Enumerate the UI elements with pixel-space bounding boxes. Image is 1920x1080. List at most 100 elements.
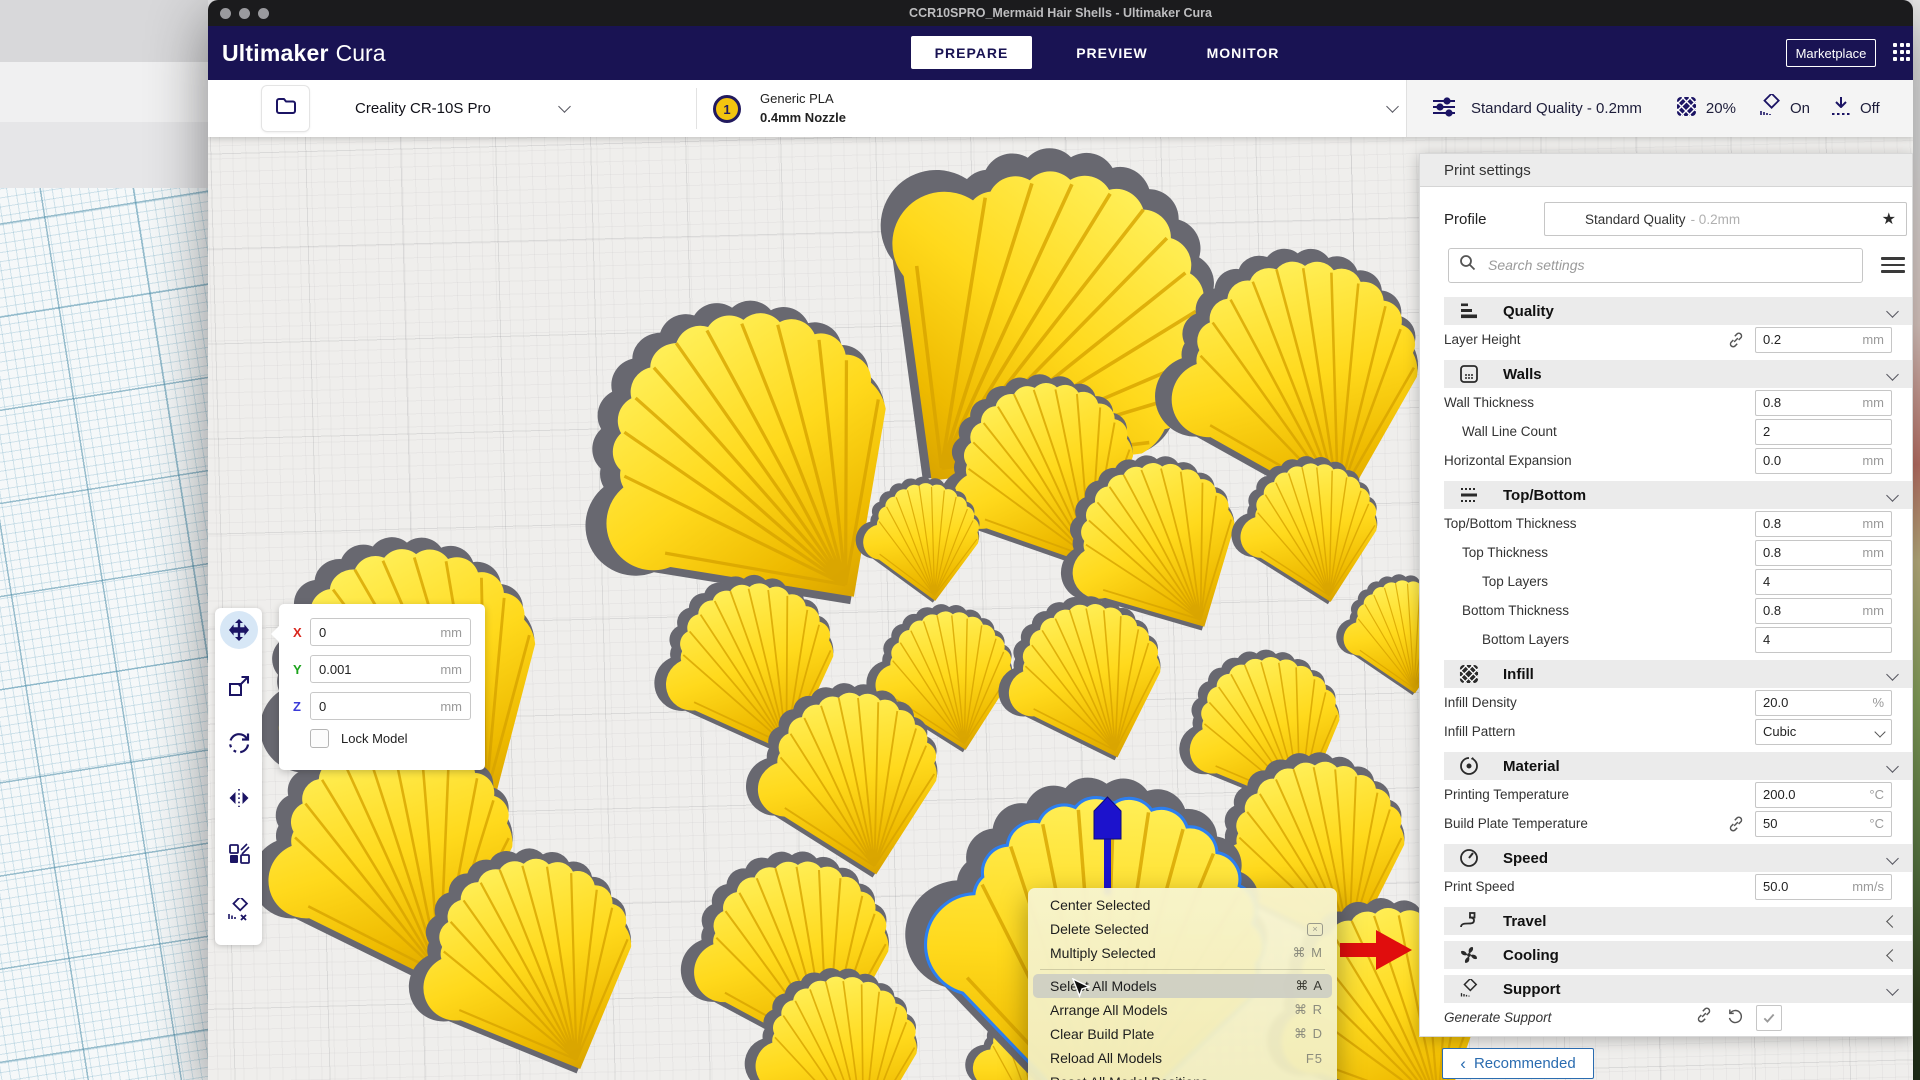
wall-line-count-input[interactable]: 2 <box>1755 419 1892 445</box>
application-menu-icon[interactable] <box>1893 43 1910 63</box>
walls-icon <box>1457 364 1481 384</box>
rotate-tool-button[interactable] <box>227 730 251 754</box>
minimize-window-icon[interactable] <box>239 8 250 19</box>
lock-model-checkbox[interactable] <box>310 729 329 748</box>
chevron-down-icon <box>1886 668 1899 681</box>
configuration-bar: Creality CR-10S Pro 1 Generic PLA 0.4mm … <box>208 80 1913 137</box>
top-bottom-thickness-input[interactable]: 0.8 mm <box>1755 511 1892 537</box>
bottom-thickness-input[interactable]: 0.8 mm <box>1755 598 1892 624</box>
x-position-input[interactable]: 0 mm <box>310 618 471 646</box>
setting-row-printing-temperature: Printing Temperature 200.0 °C <box>1420 780 1912 809</box>
chevron-down-icon <box>1886 489 1899 502</box>
z-axis-label: Z <box>293 699 310 714</box>
tab-preview[interactable]: PREVIEW <box>1062 36 1162 69</box>
printing-temperature-input[interactable]: 200.0 °C <box>1755 782 1892 808</box>
chevron-left-icon: ‹ <box>1460 1056 1466 1071</box>
top-bottom-icon <box>1457 485 1481 505</box>
setting-row-wall-line-count: Wall Line Count 2 <box>1420 417 1912 446</box>
material-name: Generic PLA <box>760 89 846 108</box>
setting-row-infill-pattern: Infill Pattern Cubic <box>1420 717 1912 746</box>
horizontal-expansion-input[interactable]: 0.0 mm <box>1755 448 1892 474</box>
print-setup-summary[interactable]: Standard Quality - 0.2mm 20% <box>1406 80 1913 137</box>
link-icon[interactable] <box>1727 331 1745 349</box>
revert-icon[interactable] <box>1727 1007 1744 1029</box>
background-window-band <box>0 0 208 62</box>
printer-name: Creality CR-10S Pro <box>355 100 491 117</box>
folder-icon <box>274 94 298 123</box>
support-blocker-button[interactable] <box>227 898 251 922</box>
setting-row-infill-density: Infill Density 20.0 % <box>1420 688 1912 717</box>
search-settings-input[interactable] <box>1486 256 1852 274</box>
link-icon[interactable] <box>1695 1006 1713 1029</box>
section-header-walls[interactable]: Walls <box>1444 360 1912 388</box>
setting-row-top-layers: Top Layers 4 <box>1420 567 1912 596</box>
close-window-icon[interactable] <box>220 8 231 19</box>
tab-monitor[interactable]: MONITOR <box>1193 36 1293 69</box>
x-axis-label: X <box>293 625 310 640</box>
printer-selector[interactable]: Creality CR-10S Pro <box>323 80 696 137</box>
z-position-row: Z 0 mm <box>293 692 471 720</box>
top-thickness-input[interactable]: 0.8 mm <box>1755 540 1892 566</box>
y-position-row: Y 0.001 mm <box>293 655 471 683</box>
section-header-top-bottom[interactable]: Top/Bottom <box>1444 481 1912 509</box>
mirror-tool-button[interactable] <box>227 786 251 810</box>
recommended-mode-button[interactable]: ‹ Recommended <box>1442 1048 1594 1079</box>
mouse-cursor <box>1071 978 1090 1007</box>
infill-pattern-dropdown[interactable]: Cubic <box>1755 719 1892 745</box>
app-logo: Ultimaker Cura <box>222 26 386 80</box>
y-position-input[interactable]: 0.001 mm <box>310 655 471 683</box>
layer-height-input[interactable]: 0.2 mm <box>1755 327 1892 353</box>
settings-visibility-menu-icon[interactable] <box>1881 257 1905 273</box>
nozzle-size: 0.4mm Nozzle <box>760 108 846 127</box>
zoom-window-icon[interactable] <box>258 8 269 19</box>
link-icon[interactable] <box>1727 815 1745 833</box>
chevron-down-icon <box>1886 305 1899 318</box>
y-axis-label: Y <box>293 662 310 677</box>
summary-infill: 20% <box>1676 96 1736 122</box>
setting-row-build-plate-temperature: Build Plate Temperature 50 °C <box>1420 809 1912 838</box>
move-tool-button[interactable] <box>227 618 251 642</box>
background-window-band <box>0 62 208 122</box>
z-position-input[interactable]: 0 mm <box>310 692 471 720</box>
setting-row-layer-height: Layer Height 0.2 mm <box>1420 325 1912 354</box>
screen: CCR10SPRO_Mermaid Hair Shells - Ultimake… <box>0 0 1920 1080</box>
scale-tool-button[interactable] <box>227 674 251 698</box>
wall-thickness-input[interactable]: 0.8 mm <box>1755 390 1892 416</box>
build-plate-temperature-input[interactable]: 50 °C <box>1755 811 1892 837</box>
support-blocker-icon <box>227 898 251 922</box>
menu-item-multiply-selected[interactable]: Multiply Selected ⌘ M <box>1028 941 1337 965</box>
marketplace-button[interactable]: Marketplace <box>1786 39 1876 67</box>
setting-row-wall-thickness: Wall Thickness 0.8 mm <box>1420 388 1912 417</box>
section-header-cooling[interactable]: Cooling <box>1444 941 1912 969</box>
section-header-travel[interactable]: Travel <box>1444 907 1912 935</box>
section-header-quality[interactable]: Quality <box>1444 297 1912 325</box>
setting-row-top-bottom-thickness: Top/Bottom Thickness 0.8 mm <box>1420 509 1912 538</box>
section-header-support[interactable]: Support <box>1444 975 1912 1003</box>
top-layers-input[interactable]: 4 <box>1755 569 1892 595</box>
generate-support-checkbox[interactable] <box>1756 1005 1782 1031</box>
menu-item-reset-all-model-positions[interactable]: Reset All Model Positions <box>1028 1070 1337 1080</box>
tab-prepare[interactable]: PREPARE <box>911 36 1032 69</box>
section-header-material[interactable]: Material <box>1444 752 1912 780</box>
section-header-infill[interactable]: Infill <box>1444 660 1912 688</box>
scale-icon <box>227 674 251 698</box>
search-icon <box>1459 254 1476 276</box>
menu-item-reload-all-models[interactable]: Reload All Models F5 <box>1028 1046 1337 1070</box>
star-icon[interactable]: ★ <box>1882 209 1896 229</box>
section-header-speed[interactable]: Speed <box>1444 844 1912 872</box>
menu-item-clear-build-plate[interactable]: Clear Build Plate ⌘ D <box>1028 1022 1337 1046</box>
search-settings-box[interactable] <box>1448 248 1863 283</box>
menu-item-center-selected[interactable]: Center Selected <box>1028 893 1337 917</box>
menu-item-delete-selected[interactable]: Delete Selected × <box>1028 917 1337 941</box>
print-speed-input[interactable]: 50.0 mm/s <box>1755 874 1892 900</box>
speed-icon <box>1457 848 1481 868</box>
summary-adhesion: Off <box>1830 94 1880 123</box>
open-file-button[interactable] <box>262 86 309 131</box>
infill-density-input[interactable]: 20.0 % <box>1755 690 1892 716</box>
chevron-left-icon <box>1886 915 1899 928</box>
bottom-layers-input[interactable]: 4 <box>1755 627 1892 653</box>
layers-icon <box>1457 301 1481 321</box>
per-model-settings-button[interactable] <box>227 842 251 866</box>
material-selector[interactable]: Generic PLA 0.4mm Nozzle <box>760 89 846 127</box>
profile-dropdown[interactable]: Standard Quality - 0.2mm ★ <box>1544 202 1907 236</box>
